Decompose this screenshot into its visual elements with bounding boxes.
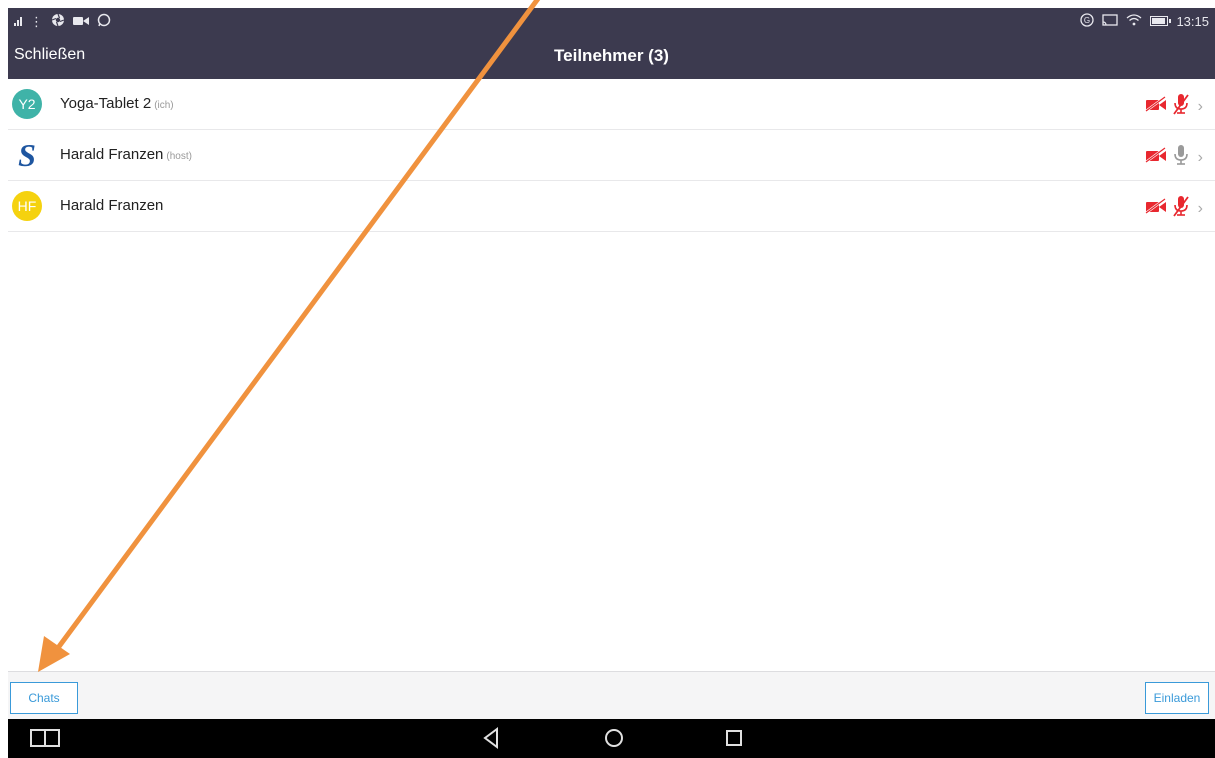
chevron-right-icon: › bbox=[1197, 199, 1203, 217]
mic-muted-icon bbox=[1172, 195, 1190, 222]
svg-text:G: G bbox=[1084, 16, 1090, 25]
participant-name-line: Harald Franzen (host) bbox=[60, 146, 192, 163]
avatar: S bbox=[18, 136, 36, 173]
home-icon[interactable] bbox=[603, 727, 625, 754]
whatsapp-icon bbox=[97, 13, 111, 29]
android-nav-bar bbox=[8, 719, 1215, 758]
chevron-right-icon: › bbox=[1197, 148, 1203, 166]
signal-icon bbox=[14, 16, 22, 26]
avatar: HF bbox=[12, 191, 42, 221]
video-off-icon bbox=[1144, 146, 1168, 168]
participant-status: › bbox=[1144, 93, 1203, 120]
back-icon[interactable] bbox=[482, 727, 500, 754]
mic-muted-icon bbox=[1172, 93, 1190, 120]
participant-name: Harald Franzen bbox=[60, 197, 164, 214]
invite-button[interactable]: Einladen bbox=[1145, 682, 1209, 714]
participant-list: Y2 Yoga-Tablet 2 (ich) › S Harald Franzen… bbox=[8, 79, 1215, 232]
participant-role: (host) bbox=[166, 151, 192, 162]
chevron-right-icon: › bbox=[1197, 97, 1203, 115]
split-screen-icon[interactable] bbox=[30, 729, 60, 752]
status-bar: ⋮ G 13:15 bbox=[8, 8, 1215, 34]
mic-icon bbox=[1172, 144, 1190, 171]
participant-status: › bbox=[1144, 144, 1203, 171]
battery-icon bbox=[1150, 16, 1172, 26]
aperture-icon bbox=[51, 13, 65, 29]
participant-row[interactable]: S Harald Franzen (host) › bbox=[8, 130, 1215, 181]
participant-role: (ich) bbox=[154, 100, 174, 111]
video-camera-icon bbox=[73, 15, 89, 28]
status-left: ⋮ bbox=[14, 13, 111, 29]
video-off-icon bbox=[1144, 197, 1168, 219]
bottom-toolbar: Chats Einladen bbox=[8, 671, 1215, 719]
participant-name-line: Yoga-Tablet 2 (ich) bbox=[60, 95, 174, 112]
clock: 13:15 bbox=[1176, 13, 1209, 29]
participant-name: Harald Franzen bbox=[60, 146, 164, 163]
participant-row[interactable]: HF Harald Franzen › bbox=[8, 181, 1215, 232]
page-title: Teilnehmer (3) bbox=[554, 46, 669, 65]
participant-name: Yoga-Tablet 2 bbox=[60, 95, 152, 112]
status-right: G 13:15 bbox=[1080, 13, 1209, 29]
video-off-icon bbox=[1144, 95, 1168, 117]
recents-icon[interactable] bbox=[724, 728, 744, 753]
participant-name-line: Harald Franzen bbox=[60, 197, 166, 214]
participant-row[interactable]: Y2 Yoga-Tablet 2 (ich) › bbox=[8, 79, 1215, 130]
sync-icon: G bbox=[1080, 13, 1095, 29]
participant-status: › bbox=[1144, 195, 1203, 222]
app-header: Schließen Teilnehmer (3) bbox=[8, 34, 1215, 79]
wifi-icon bbox=[1126, 14, 1142, 28]
chats-button[interactable]: Chats bbox=[10, 682, 78, 714]
top-strip bbox=[0, 0, 1215, 8]
avatar: Y2 bbox=[12, 89, 42, 119]
cast-icon bbox=[1102, 14, 1119, 28]
overflow-dots-icon: ⋮ bbox=[30, 13, 43, 29]
